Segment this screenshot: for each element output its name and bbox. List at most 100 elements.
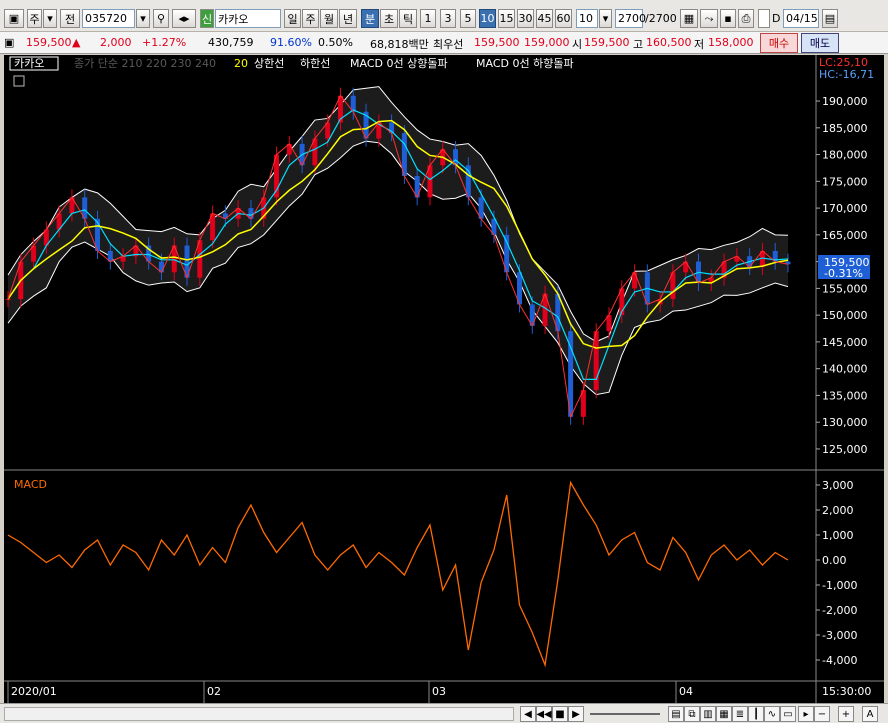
jeon-button[interactable]: 전	[60, 9, 80, 28]
calendar-icon[interactable]: ▤	[822, 9, 838, 28]
num-60[interactable]: 60	[555, 9, 572, 28]
quote-expand-icon[interactable]: ▣	[4, 36, 14, 49]
chart-type-icon[interactable]: ▥	[700, 706, 716, 722]
up-arrow-icon: ▲	[72, 36, 81, 49]
print-icon[interactable]: ⎙	[738, 9, 754, 28]
legend-hc: HC:-16,71	[819, 68, 874, 81]
period-month[interactable]: 월	[320, 9, 338, 28]
zoom-slider[interactable]	[590, 713, 660, 715]
num-3[interactable]: 3	[440, 9, 456, 28]
chart-area[interactable]: 카카오 종가 단순 210 220 230 240 20 상한선 하한선 MAC…	[4, 55, 884, 703]
search-icon[interactable]: ⚲	[153, 9, 169, 28]
sound-icon[interactable]: ◂▸	[172, 9, 196, 28]
stock-chart[interactable]: 카카오 종가 단순 210 220 230 240 20 상한선 하한선 MAC…	[4, 55, 884, 703]
area-icon[interactable]: ▭	[780, 706, 796, 722]
macd-tick-label: -2,000	[822, 604, 857, 617]
num-5[interactable]: 5	[460, 9, 476, 28]
play-icon[interactable]: ▶	[568, 706, 584, 722]
save-icon[interactable]: ▪	[720, 9, 736, 28]
price-tick-label: 125,000	[822, 443, 868, 456]
change-percent: +1.27%	[142, 36, 187, 49]
num-1[interactable]: 1	[420, 9, 436, 28]
macd-tick-label: 1,000	[822, 529, 854, 542]
macd-line	[7, 480, 789, 668]
num-45[interactable]: 45	[536, 9, 553, 28]
bars-total: /2700	[645, 12, 677, 25]
num-15[interactable]: 15	[498, 9, 515, 28]
legend-upper: 상한선	[254, 57, 284, 70]
line-icon[interactable]: ∿	[764, 706, 780, 722]
stock-name-field[interactable]: 카카오	[215, 9, 281, 28]
price-tick-label: 175,000	[822, 175, 868, 188]
copy-icon[interactable]: ⧉	[684, 706, 700, 722]
current-price-tag-pct: -0.31%	[824, 267, 863, 280]
interval-tick[interactable]: 틱	[399, 9, 417, 28]
legend-name: 카카오	[14, 57, 44, 70]
count-input[interactable]: 10	[576, 9, 598, 28]
price-tick-label: 185,000	[822, 122, 868, 135]
candle-body	[5, 299, 11, 301]
best-label: 최우선	[433, 38, 464, 51]
bollinger-fill	[8, 86, 788, 395]
legend-lower: 하한선	[300, 56, 330, 70]
num-10[interactable]: 10	[479, 9, 496, 28]
volume: 430,759	[208, 36, 254, 49]
toolbar: ▣ 주 ▾ 전 035720 ▾ ⚲ ◂▸ 신 카카오 일 주 월 년 분 초 …	[0, 0, 888, 32]
scroll-right-icon[interactable]: ▸	[798, 706, 814, 722]
type-dropdown-icon[interactable]: ▾	[43, 9, 57, 28]
macd-tick-label: -1,000	[822, 579, 857, 592]
chart-tool-icon[interactable]: ⤳	[700, 9, 718, 28]
stock-code-input[interactable]: 035720	[82, 9, 135, 28]
price-tick-label: 145,000	[822, 336, 868, 349]
bars-icon[interactable]: ≣	[732, 706, 748, 722]
best-bid: 159,000	[524, 36, 570, 49]
window-icon[interactable]: ▣	[4, 9, 24, 28]
turnover-rate: 0.50%	[318, 36, 353, 49]
period-day[interactable]: 일	[284, 9, 301, 28]
high-label: 고	[633, 38, 644, 51]
legend-grid-icon[interactable]	[13, 75, 25, 87]
legend-ma20: 20	[234, 57, 248, 70]
sell-button[interactable]: 매도	[801, 33, 839, 53]
price-tick-label: 180,000	[822, 149, 868, 162]
price-change: 2,000	[100, 36, 132, 49]
new-badge: 신	[200, 9, 214, 28]
rewind-icon[interactable]: ◀◀	[536, 706, 552, 722]
x-tick-label: 2020/01	[11, 685, 57, 698]
legend-ma-label: 종가 단순 210 220 230 240	[74, 57, 216, 70]
zoom-in-icon[interactable]: +	[838, 706, 854, 722]
volume-ratio: 91.60%	[270, 36, 312, 49]
bars-input[interactable]: 2700	[615, 9, 646, 28]
num-30[interactable]: 30	[517, 9, 534, 28]
layout-icon[interactable]: ▤	[668, 706, 684, 722]
price-tick-label: 140,000	[822, 363, 868, 376]
candle-icon[interactable]: ┃	[748, 706, 764, 722]
type-selector[interactable]: 주	[27, 9, 42, 28]
auto-scale-icon[interactable]: A	[862, 706, 878, 722]
interval-minute[interactable]: 분	[361, 9, 379, 28]
code-dropdown-icon[interactable]: ▾	[136, 9, 150, 28]
zoom-out-icon[interactable]: −	[814, 706, 830, 722]
indicator-icon[interactable]: ▦	[716, 706, 732, 722]
price-tick-label: 155,000	[822, 282, 868, 295]
high-price: 160,500	[646, 36, 692, 49]
count-dropdown-icon[interactable]: ▾	[599, 9, 612, 28]
legend-macd-up: MACD 0선 상향돌파	[350, 57, 448, 70]
scroll-track[interactable]	[4, 707, 514, 721]
buy-button[interactable]: 매수	[760, 33, 798, 53]
stop-icon[interactable]: ■	[552, 706, 568, 722]
open-label: 시	[572, 38, 583, 51]
time-label: 15:30:00	[822, 685, 871, 698]
macd-tick-label: -4,000	[822, 654, 857, 667]
period-week[interactable]: 주	[302, 9, 319, 28]
macd-plot	[7, 480, 789, 668]
low-label: 저	[694, 38, 705, 51]
d-checkbox[interactable]	[758, 9, 770, 28]
scroll-left-icon[interactable]: ◀	[520, 706, 536, 722]
period-year[interactable]: 년	[339, 9, 357, 28]
grid-icon[interactable]: ▦	[680, 9, 698, 28]
interval-second[interactable]: 초	[380, 9, 398, 28]
date-input[interactable]: 04/15	[783, 9, 819, 28]
chart-scrollbar[interactable]: ◀ ◀◀ ■ ▶ ▤ ⧉ ▥ ▦ ≣ ┃ ∿ ▭ ▸ − + A	[0, 703, 888, 723]
legend-macd-down: MACD 0선 하향돌파	[476, 56, 574, 70]
